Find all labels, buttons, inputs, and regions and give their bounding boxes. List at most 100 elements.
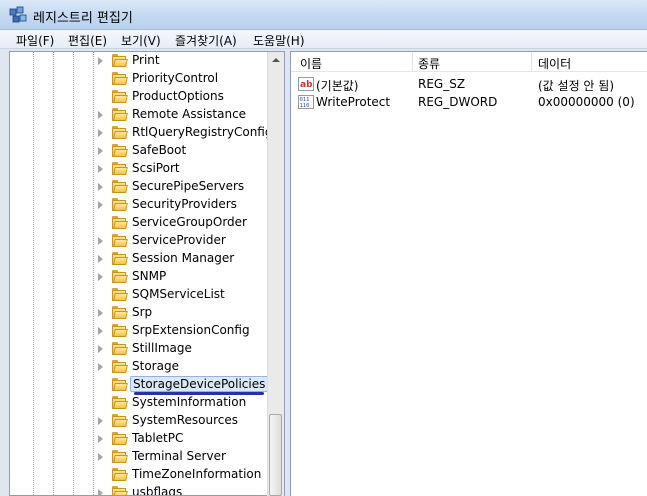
tree-node[interactable]: Session Manager [10,250,261,268]
tree-node[interactable]: SecurePipeServers [10,178,261,196]
tree-vertical-scrollbar[interactable] [267,52,284,496]
tree-node-label: SafeBoot [132,143,187,157]
column-divider[interactable] [412,52,413,71]
folder-icon [112,198,128,211]
folder-icon [112,450,128,463]
tree-node[interactable]: Srp [10,304,261,322]
key-tree-pane[interactable]: Print PriorityControl ProductOptions Remote… [9,51,285,496]
column-header-data[interactable]: 데이터 [538,55,571,72]
value-type: REG_DWORD [418,95,498,109]
tree-node[interactable]: Terminal Server [10,448,261,466]
column-header-type[interactable]: 종류 [418,55,440,72]
tree-node[interactable]: SystemResources [10,412,261,430]
tree-node[interactable]: TabletPC [10,430,261,448]
tree-node[interactable]: TimeZoneInformation [10,466,261,484]
tree-node[interactable]: SrpExtensionConfig [10,322,261,340]
tree-node[interactable]: Storage [10,358,261,376]
tree-node[interactable]: ProductOptions [10,88,261,106]
tree-node[interactable]: PriorityControl [10,70,261,88]
list-row[interactable]: ab (기본값) REG_SZ (값 설정 안 됨) [291,76,647,94]
values-list-pane[interactable]: 이름 종류 데이터 ab (기본값) REG_SZ (값 설정 안 됨) 011… [290,51,647,496]
tree-node-label: ServiceGroupOrder [132,215,247,229]
expand-arrow-icon[interactable] [98,57,103,65]
tree-node[interactable]: SafeBoot [10,142,261,160]
expand-arrow-icon[interactable] [98,417,103,425]
value-type: REG_SZ [418,77,466,91]
menu-favorites[interactable]: 즐겨찾기(A) [175,32,237,49]
tree-node[interactable]: usbflags [10,484,261,496]
tree-node[interactable]: SQMServiceList [10,286,261,304]
expand-arrow-icon[interactable] [98,201,103,209]
expand-arrow-icon[interactable] [98,237,103,245]
tree-node[interactable]: SecurityProviders [10,196,261,214]
expand-arrow-icon[interactable] [98,489,103,495]
folder-icon [112,342,128,355]
tree-node-label: RtlQueryRegistryConfig [132,125,273,139]
menu-bar: 파일(F) 편집(E) 보기(V) 즐겨찾기(A) 도움말(H) [0,30,647,49]
folder-icon [112,126,128,139]
expand-arrow-icon[interactable] [98,183,103,191]
tree-node[interactable]: ServiceGroupOrder [10,214,261,232]
folder-icon [112,378,128,391]
expand-arrow-icon[interactable] [98,273,103,281]
folder-icon [112,180,128,193]
folder-icon [112,54,128,67]
folder-icon [112,288,128,301]
tree-node[interactable]: ServiceProvider [10,232,261,250]
tree-node-label: ProductOptions [132,89,224,103]
menu-edit[interactable]: 편집(E) [68,32,107,49]
regedit-app-icon[interactable] [9,6,27,24]
expand-arrow-icon[interactable] [98,111,103,119]
value-data: (값 설정 안 됨) [538,79,615,93]
tree-node[interactable]: Print [10,52,261,70]
menu-help[interactable]: 도움말(H) [253,32,305,49]
folder-icon [112,90,128,103]
tree-node[interactable]: SystemInformation [10,394,261,412]
folder-icon [112,306,128,319]
tree-node-label: SrpExtensionConfig [132,323,250,337]
menu-view[interactable]: 보기(V) [121,32,161,49]
tree-node-label: Remote Assistance [132,107,247,121]
tree-node-label: SQMServiceList [132,287,225,301]
expand-arrow-icon[interactable] [98,327,103,335]
tree-node-label: SecurePipeServers [132,179,245,193]
tree-node[interactable]: Remote Assistance [10,106,261,124]
expand-arrow-icon[interactable] [98,255,103,263]
tree-node-label: Storage [132,359,179,373]
svg-text:110: 110 [300,103,310,109]
list-row[interactable]: 011 110 WriteProtect REG_DWORD 0x0000000… [291,94,647,112]
expand-arrow-icon[interactable] [98,345,103,353]
tree-node-label: usbflags [132,485,183,496]
folder-icon [112,414,128,427]
folder-icon [112,270,128,283]
expand-arrow-icon[interactable] [98,435,103,443]
tree-node-label: StorageDevicePolicies [130,376,269,392]
scroll-up-arrow-icon[interactable] [268,52,284,69]
tree-node-label: SNMP [132,269,167,283]
folder-icon [112,144,128,157]
folder-icon [112,108,128,121]
scrollbar-thumb[interactable] [269,414,282,496]
folder-icon [112,396,128,409]
folder-icon [112,252,128,265]
folder-icon [112,216,128,229]
expand-arrow-icon[interactable] [98,165,103,173]
expand-arrow-icon[interactable] [98,147,103,155]
title-bar: 레지스트리 편집기 [0,0,647,30]
folder-icon [112,162,128,175]
column-header-name[interactable]: 이름 [300,55,322,72]
menu-file[interactable]: 파일(F) [16,32,54,49]
value-data: 0x00000000 (0) [538,95,635,109]
column-divider[interactable] [531,52,532,71]
tree-node[interactable]: SNMP [10,268,261,286]
value-name: (기본값) [316,79,359,93]
tree-node-label: Print [132,53,160,67]
tree-node[interactable]: ScsiPort [10,160,261,178]
expand-arrow-icon[interactable] [98,129,103,137]
expand-arrow-icon[interactable] [98,453,103,461]
expand-arrow-icon[interactable] [98,363,103,371]
tree-node[interactable]: StillImage [10,340,261,358]
tree-node[interactable]: RtlQueryRegistryConfig [10,124,272,142]
window-title: 레지스트리 편집기 [33,11,133,26]
expand-arrow-icon[interactable] [98,309,103,317]
